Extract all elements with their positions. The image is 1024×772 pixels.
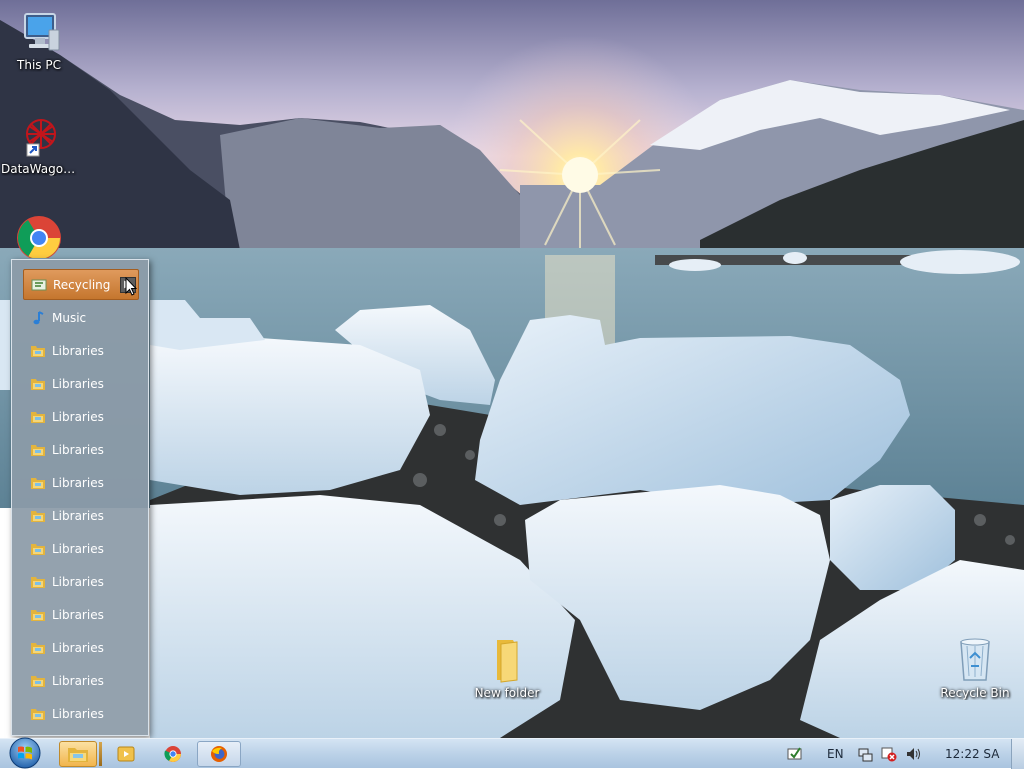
menu-item-libraries[interactable]: Libraries — [23, 566, 139, 597]
taskbar-separator — [99, 742, 102, 766]
menu-item-label: Libraries — [52, 607, 104, 622]
menu-item-label: Libraries — [52, 376, 104, 391]
recycle-bin-icon — [951, 636, 999, 684]
firefox-icon — [211, 746, 227, 762]
library-folder-icon — [30, 343, 46, 359]
mouse-cursor-icon — [125, 276, 139, 297]
datawagon-shortcut-icon — [15, 112, 63, 160]
library-folder-icon — [30, 706, 46, 722]
computer-icon — [15, 8, 63, 56]
network-icon[interactable] — [857, 739, 873, 769]
chrome-shortcut-icon — [15, 214, 63, 258]
desktop-icon-label: This PC — [17, 58, 61, 72]
desktop-icon-label: DataWagon... — [1, 162, 77, 176]
language-indicator[interactable]: EN — [827, 739, 844, 769]
taskbar-firefox-button[interactable] — [197, 741, 241, 767]
menu-item-music[interactable]: Music — [23, 302, 139, 333]
menu-item-recycling[interactable]: Recycling ▶ — [23, 269, 139, 300]
menu-item-label: Libraries — [52, 409, 104, 424]
menu-item-label: Libraries — [52, 475, 104, 490]
library-folder-icon — [30, 508, 46, 524]
menu-item-label: Libraries — [52, 343, 104, 358]
taskbar-file-explorer-button[interactable] — [59, 741, 97, 767]
menu-item-label: Libraries — [52, 508, 104, 523]
recycling-icon — [31, 277, 47, 293]
desktop-icon-new-folder[interactable]: New folder — [469, 636, 545, 700]
menu-item-libraries[interactable]: Libraries — [23, 500, 139, 531]
library-folder-icon — [30, 673, 46, 689]
taskbar-media-player-button[interactable] — [107, 741, 145, 767]
menu-item-libraries[interactable]: Libraries — [23, 368, 139, 399]
menu-item-label: Libraries — [52, 574, 104, 589]
desktop-icon-this-pc[interactable]: This PC — [1, 8, 77, 72]
menu-item-libraries[interactable]: Libraries — [23, 665, 139, 696]
menu-item-libraries[interactable]: Libraries — [23, 434, 139, 465]
folder-icon — [483, 636, 531, 684]
desktop-icon-label: Recycle Bin — [940, 686, 1010, 700]
menu-item-libraries[interactable]: Libraries — [23, 533, 139, 564]
desktop-icon-recycle-bin[interactable]: Recycle Bin — [937, 636, 1013, 700]
menu-item-label: Libraries — [52, 673, 104, 688]
library-folder-icon — [30, 574, 46, 590]
start-button[interactable] — [6, 737, 44, 769]
volume-icon[interactable] — [905, 739, 923, 769]
desktop-icon-chrome[interactable] — [1, 214, 77, 258]
menu-item-label: Music — [52, 310, 87, 325]
desktop-wallpaper — [0, 0, 1024, 738]
desktop-icon-datawagon[interactable]: DataWagon... — [1, 112, 77, 176]
chrome-icon — [164, 746, 181, 762]
menu-item-libraries[interactable]: Libraries — [23, 335, 139, 366]
clock[interactable]: 12:22 SA — [945, 739, 999, 769]
menu-item-label: Libraries — [52, 541, 104, 556]
library-folder-icon — [30, 442, 46, 458]
menu-item-libraries[interactable]: Libraries — [23, 698, 139, 729]
folder-jump-menu: Recycling ▶ Music Libraries Libraries Li… — [11, 259, 149, 736]
menu-item-label: Libraries — [52, 442, 104, 457]
menu-item-libraries[interactable]: Libraries — [23, 632, 139, 663]
library-folder-icon — [30, 607, 46, 623]
menu-item-label: Recycling — [53, 277, 111, 292]
library-folder-icon — [30, 409, 46, 425]
file-explorer-icon — [68, 748, 88, 762]
security-alert-icon[interactable] — [881, 739, 897, 769]
music-note-icon — [30, 310, 46, 326]
library-folder-icon — [30, 475, 46, 491]
menu-item-libraries[interactable]: Libraries — [23, 599, 139, 630]
windows-start-orb-icon — [9, 737, 41, 769]
menu-item-libraries[interactable]: Libraries — [23, 401, 139, 432]
menu-item-label: Libraries — [52, 706, 104, 721]
media-player-icon — [117, 746, 135, 762]
library-folder-icon — [30, 640, 46, 656]
taskbar-chrome-button[interactable] — [154, 741, 192, 767]
library-folder-icon — [30, 376, 46, 392]
show-desktop-button[interactable] — [1011, 739, 1024, 769]
menu-item-label: Libraries — [52, 640, 104, 655]
taskbar: EN 12:22 SA — [0, 737, 1024, 769]
desktop-icon-label: New folder — [474, 686, 540, 700]
menu-item-libraries[interactable]: Libraries — [23, 467, 139, 498]
tray-action-center-icon[interactable] — [787, 739, 803, 769]
library-folder-icon — [30, 541, 46, 557]
